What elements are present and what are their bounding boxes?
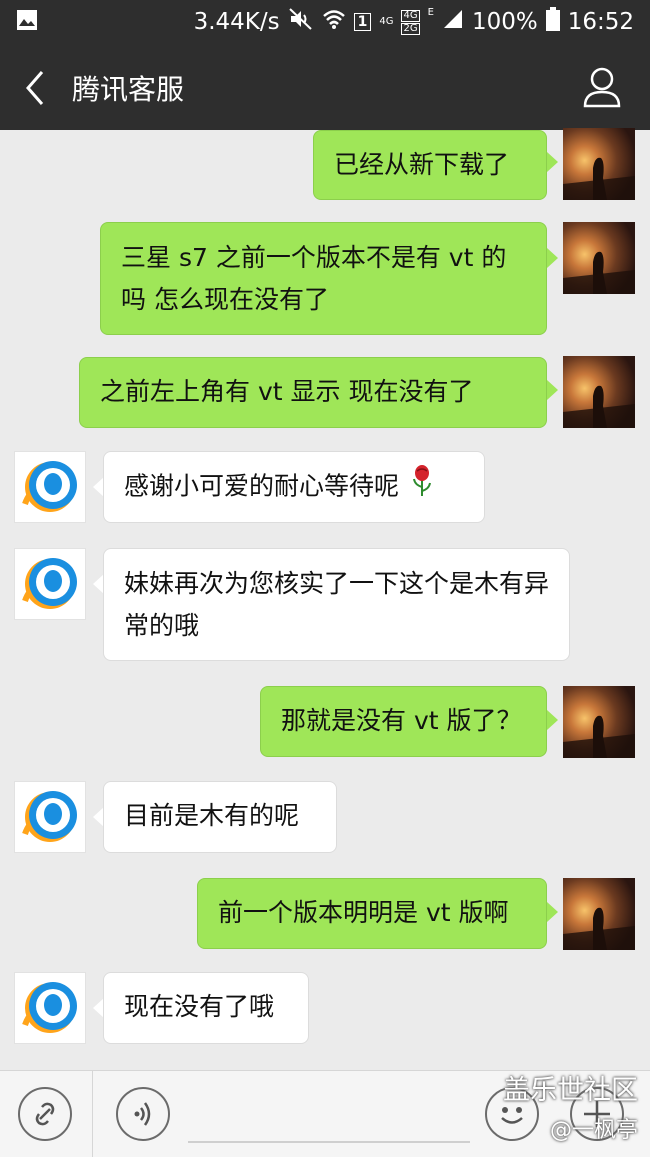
message-bubble[interactable]: 现在没有了哦 — [103, 972, 309, 1044]
user-avatar[interactable] — [563, 878, 635, 950]
wifi-icon — [322, 8, 346, 36]
battery-icon — [545, 7, 560, 37]
title-bar: 腾讯客服 — [0, 44, 650, 130]
qq-avatar[interactable] — [14, 972, 86, 1044]
chat-title: 腾讯客服 — [72, 73, 185, 106]
sim-indicator: 1 — [353, 13, 372, 31]
message-bubble[interactable]: 目前是木有的呢 — [103, 781, 337, 853]
divider — [92, 1071, 93, 1157]
battery-percent: 100% — [471, 9, 538, 35]
message-text: 三星 s7 之前一个版本不是有 vt 的吗 怎么现在没有了 — [121, 243, 507, 314]
network-speed: 3.44K/s — [193, 9, 280, 35]
mute-icon — [288, 7, 314, 37]
edge-label: E — [427, 7, 434, 18]
message-bubble[interactable]: 之前左上角有 vt 显示 现在没有了 — [79, 357, 547, 428]
gallery-icon — [16, 9, 38, 37]
message-text: 之前左上角有 vt 显示 现在没有了 — [100, 377, 474, 406]
user-avatar[interactable] — [563, 128, 635, 200]
signal-icon — [442, 8, 464, 36]
qq-avatar[interactable] — [14, 548, 86, 620]
person-icon[interactable] — [582, 66, 622, 108]
message-text: 已经从新下载了 — [334, 150, 510, 179]
link-icon[interactable] — [18, 1087, 72, 1141]
message-bubble[interactable]: 三星 s7 之前一个版本不是有 vt 的吗 怎么现在没有了 — [100, 222, 547, 335]
qq-avatar[interactable] — [14, 781, 86, 853]
message-bubble[interactable]: 前一个版本明明是 vt 版啊 — [197, 878, 547, 949]
chevron-left-icon[interactable] — [22, 68, 52, 108]
user-avatar[interactable] — [563, 222, 635, 294]
message-text: 那就是没有 vt 版了？ — [281, 706, 522, 735]
message-bubble[interactable]: 已经从新下载了 — [313, 130, 547, 200]
watermark-handle: @一枫亭 — [549, 1118, 638, 1143]
network-type-1: 4G — [379, 16, 394, 27]
message-bubble[interactable]: 感谢小可爱的耐心等待呢 — [103, 451, 485, 523]
clock: 16:52 — [567, 9, 634, 35]
rose-icon — [411, 465, 433, 510]
message-text: 前一个版本明明是 vt 版啊 — [218, 898, 509, 927]
message-text: 目前是木有的呢 — [124, 801, 300, 830]
message-input[interactable] — [188, 1141, 470, 1143]
message-text: 现在没有了哦 — [124, 992, 275, 1021]
qq-avatar[interactable] — [14, 451, 86, 523]
message-text: 妹妹再次为您核实了一下这个是木有异常的哦 — [124, 569, 550, 640]
message-bubble[interactable]: 那就是没有 vt 版了？ — [260, 686, 547, 757]
user-avatar[interactable] — [563, 356, 635, 428]
status-bar: 3.44K/s 1 4G 4G 2G E 100% 16:52 — [0, 0, 650, 44]
message-bubble[interactable]: 妹妹再次为您核实了一下这个是木有异常的哦 — [103, 548, 570, 661]
user-avatar[interactable] — [563, 686, 635, 758]
watermark-text: 盖乐世社区 — [503, 1075, 638, 1106]
voice-icon[interactable] — [116, 1087, 170, 1141]
network-type-2: 4G 2G — [401, 9, 420, 35]
message-text: 感谢小可爱的耐心等待呢 — [124, 471, 400, 501]
